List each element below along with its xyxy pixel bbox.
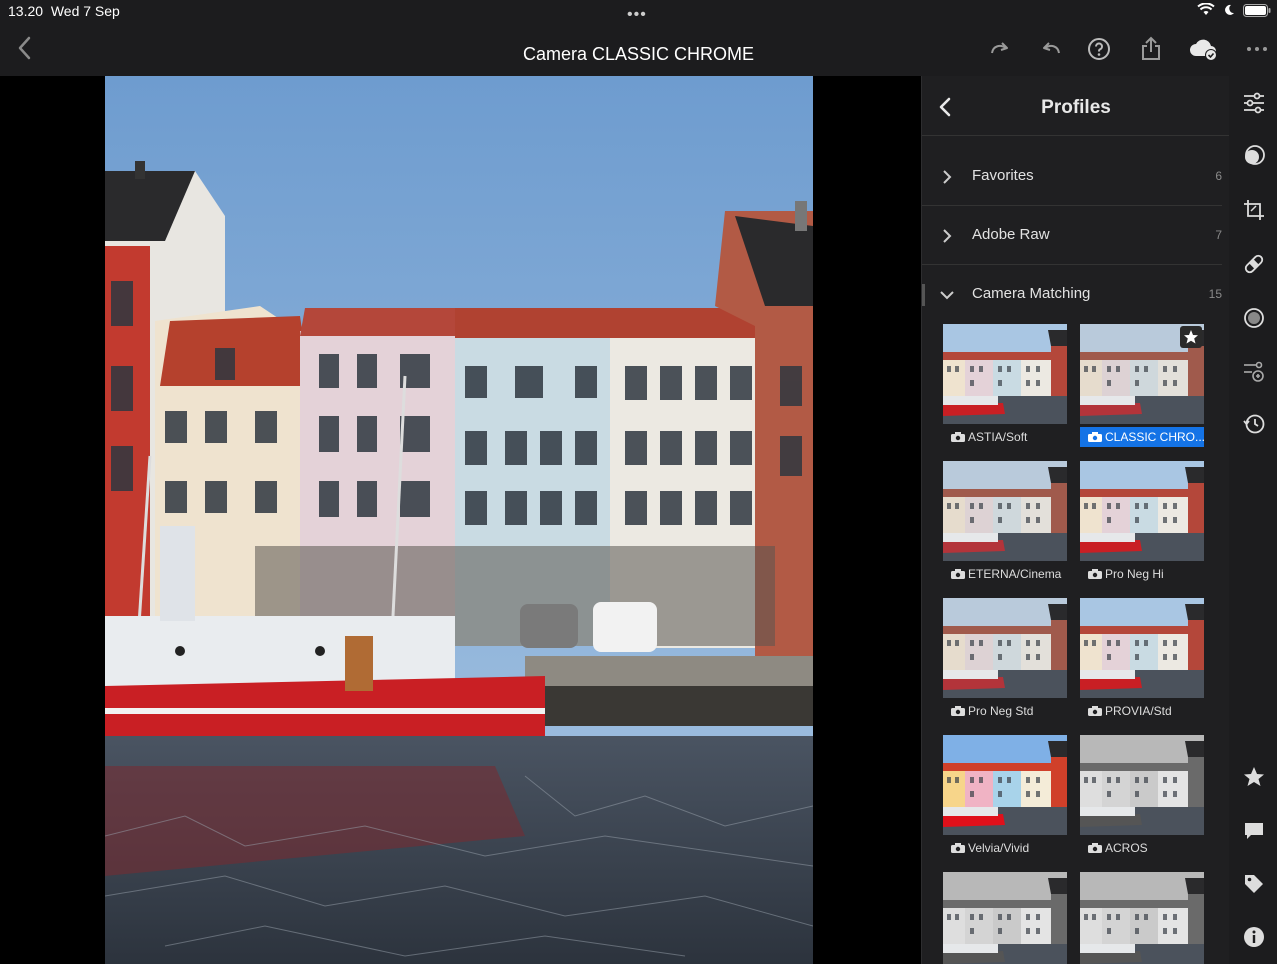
battery-icon	[1243, 3, 1271, 17]
presets-icon[interactable]	[1242, 144, 1266, 168]
history-icon[interactable]	[1242, 412, 1266, 436]
comment-icon[interactable]	[1242, 819, 1266, 843]
profile-label: ETERNA/Cinema	[968, 567, 1062, 581]
group-label: Camera Matching	[972, 285, 1091, 302]
profile-thumbnail[interactable]: ETERNA/Cinema	[943, 461, 1067, 585]
undo-icon[interactable]	[1038, 36, 1064, 62]
profile-thumbnail[interactable]: CLASSIC CHRO...	[1080, 324, 1204, 448]
profile-caption: Pro Neg Std	[943, 701, 1067, 721]
profile-label: Velvia/Vivid	[968, 841, 1030, 855]
camera-icon	[1088, 843, 1102, 853]
profile-caption: ETERNA/Cinema	[943, 564, 1067, 584]
profile-caption: ASTIA/Soft	[943, 427, 1067, 447]
group-label: Favorites	[972, 167, 1034, 184]
panel-header: Profiles	[922, 76, 1230, 136]
share-icon[interactable]	[1138, 36, 1164, 62]
group-label: Adobe Raw	[972, 226, 1050, 243]
photo-canvas[interactable]	[0, 76, 921, 964]
group-camera-matching[interactable]: Camera Matching 15	[922, 265, 1230, 324]
healing-icon[interactable]	[1242, 252, 1266, 276]
tag-icon[interactable]	[1242, 872, 1266, 896]
profile-preview-image	[1080, 461, 1204, 561]
profile-preview-image	[1080, 735, 1204, 835]
group-count: 6	[1215, 169, 1222, 183]
profile-caption: Pro Neg Hi	[1080, 564, 1204, 584]
profile-preview-image	[943, 598, 1067, 698]
camera-icon	[1088, 706, 1102, 716]
group-favorites[interactable]: Favorites 6	[922, 147, 1230, 206]
group-adobe-raw[interactable]: Adobe Raw 7	[922, 206, 1230, 265]
profile-thumbnail[interactable]: Velvia/Vivid	[943, 735, 1067, 859]
cloud-synced-icon[interactable]	[1188, 36, 1220, 62]
camera-icon	[951, 432, 965, 442]
profile-grid: ASTIA/Soft CLASSIC CHRO... ETERNA/Cinema Pr…	[943, 324, 1213, 964]
panel-title: Profiles	[1041, 97, 1111, 118]
profiles-panel: Profiles Favorites 6 Adobe Raw 7 Camera …	[921, 76, 1230, 964]
profile-thumbnail[interactable]: Pro Neg Hi	[1080, 461, 1204, 585]
profile-preview-image	[1080, 598, 1204, 698]
right-toolbar	[1229, 76, 1277, 964]
profile-thumbnail[interactable]	[1080, 872, 1204, 964]
camera-icon	[1088, 432, 1102, 442]
profile-label: CLASSIC CHRO...	[1105, 430, 1204, 444]
profile-thumbnail[interactable]: ACROS	[1080, 735, 1204, 859]
profile-label: Pro Neg Std	[968, 704, 1034, 718]
profile-thumbnail[interactable]: ASTIA/Soft	[943, 324, 1067, 448]
group-count: 7	[1215, 228, 1222, 242]
chevron-right-icon	[943, 170, 952, 184]
crop-icon[interactable]	[1242, 198, 1266, 222]
chevron-right-icon	[943, 229, 952, 243]
multitasking-dots[interactable]: •••	[627, 6, 647, 24]
profile-preview-image	[943, 461, 1067, 561]
versions-icon[interactable]	[1242, 359, 1266, 383]
redo-icon[interactable]	[987, 36, 1013, 62]
profile-label: ACROS	[1105, 841, 1148, 855]
status-time: 13.20 Wed 7 Sep	[8, 3, 120, 19]
profile-preview-image	[943, 872, 1067, 964]
profile-label: PROVIA/Std	[1105, 704, 1172, 718]
profile-caption: Velvia/Vivid	[943, 838, 1067, 858]
profile-preview-image	[1080, 872, 1204, 964]
edited-photo	[105, 76, 813, 964]
profile-caption: PROVIA/Std	[1080, 701, 1204, 721]
sliders-icon[interactable]	[1242, 91, 1266, 115]
favorite-star-icon[interactable]	[1180, 326, 1202, 348]
profile-thumbnail[interactable]	[943, 872, 1067, 964]
profile-caption: ACROS	[1080, 838, 1204, 858]
profile-thumbnail[interactable]: PROVIA/Std	[1080, 598, 1204, 722]
help-icon[interactable]	[1086, 36, 1112, 62]
camera-icon	[951, 569, 965, 579]
camera-icon	[1088, 569, 1102, 579]
status-icons	[1197, 3, 1271, 17]
profile-preview-image	[943, 324, 1067, 424]
profile-caption: CLASSIC CHRO...	[1080, 427, 1204, 447]
info-icon[interactable]	[1242, 925, 1266, 949]
chevron-down-icon	[940, 291, 954, 300]
masking-icon[interactable]	[1242, 306, 1266, 330]
top-chrome: 13.20 Wed 7 Sep ••• Camera CLASSIC CHROM…	[0, 0, 1277, 76]
profile-label: ASTIA/Soft	[968, 430, 1028, 444]
group-count: 15	[1208, 287, 1222, 301]
profile-label: Pro Neg Hi	[1105, 567, 1164, 581]
moon-icon	[1225, 4, 1234, 15]
camera-icon	[951, 843, 965, 853]
camera-icon	[951, 706, 965, 716]
profile-thumbnail[interactable]: Pro Neg Std	[943, 598, 1067, 722]
more-icon[interactable]	[1244, 36, 1270, 62]
wifi-icon	[1197, 3, 1215, 15]
profile-preview-image	[943, 735, 1067, 835]
rating-star-icon[interactable]	[1242, 765, 1266, 789]
